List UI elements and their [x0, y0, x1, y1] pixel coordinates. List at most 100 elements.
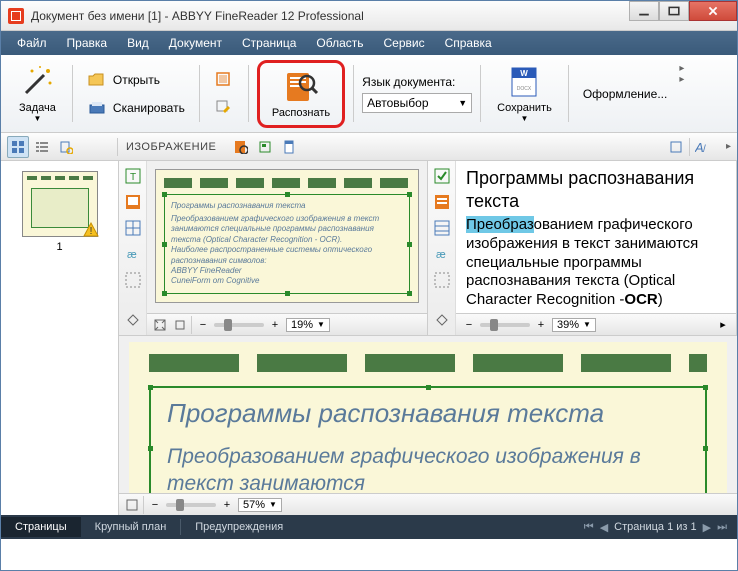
- view-list-button[interactable]: [31, 136, 53, 158]
- page-info: Страница 1 из 1: [614, 521, 696, 533]
- tool-remove[interactable]: [431, 269, 453, 291]
- analyze-button[interactable]: [254, 136, 276, 158]
- menu-service[interactable]: Сервис: [376, 34, 433, 52]
- task-button[interactable]: Задача ▼: [11, 60, 64, 127]
- toolbar: Задача ▼ Открыть Сканировать: [1, 55, 737, 133]
- svg-text:W: W: [521, 69, 529, 78]
- nav-next-button[interactable]: ▶: [703, 521, 711, 534]
- image-pane-title: ИЗОБРАЖЕНИЕ: [118, 141, 224, 153]
- zoom-value[interactable]: 19%▼: [286, 318, 330, 332]
- svg-text:DOCX: DOCX: [517, 86, 532, 92]
- menu-page[interactable]: Страница: [234, 34, 304, 52]
- scanner-icon: [87, 98, 107, 118]
- tool-pic-txt[interactable]: [431, 191, 453, 213]
- viewbar-overflow[interactable]: ▸: [720, 139, 737, 154]
- chevron-down-icon: ▼: [458, 98, 467, 108]
- nav-first-button[interactable]: ⏮: [584, 521, 594, 534]
- save-button[interactable]: WDOCX Сохранить ▼: [489, 60, 560, 127]
- read-area-button[interactable]: [230, 136, 252, 158]
- tool-background-area[interactable]: [122, 269, 144, 291]
- svg-text:/: /: [703, 144, 706, 154]
- thumbnail-label: 1: [56, 241, 62, 253]
- word-icon: W DOCX: [506, 64, 542, 100]
- menu-edit[interactable]: Правка: [59, 34, 116, 52]
- view-thumbs-button[interactable]: [7, 136, 29, 158]
- image-tools: T æ: [119, 161, 147, 335]
- nav-last-button[interactable]: ⏭: [717, 521, 727, 534]
- status-tab-pages[interactable]: Страницы: [1, 517, 81, 537]
- text-toggle-button[interactable]: [665, 136, 687, 158]
- tool-verify[interactable]: [431, 165, 453, 187]
- page-thumbnail-1[interactable]: !: [22, 171, 98, 237]
- status-tab-warnings[interactable]: Предупреждения: [181, 517, 297, 537]
- tool-picture-area[interactable]: [122, 191, 144, 213]
- actual-button[interactable]: [171, 316, 189, 334]
- menu-view[interactable]: Вид: [119, 34, 157, 52]
- big-title: Программы распознавания текста: [167, 398, 689, 429]
- zoom-out-button[interactable]: −: [194, 316, 212, 334]
- nav-prev-button[interactable]: ◀: [600, 521, 608, 534]
- text-tools: æ: [428, 161, 456, 335]
- text-content[interactable]: Программы распознавания текста Преобразо…: [456, 161, 736, 313]
- fit-button[interactable]: [151, 316, 169, 334]
- zoom-in-button-3[interactable]: +: [218, 496, 236, 514]
- tool-barcode-area[interactable]: æ: [122, 243, 144, 265]
- scan-button[interactable]: Сканировать: [81, 95, 191, 121]
- tool-expand2[interactable]: [431, 309, 453, 331]
- closeup-scroll[interactable]: Программы распознавания текста Преобразо…: [119, 336, 737, 493]
- zoom-out-button-3[interactable]: −: [146, 496, 164, 514]
- zoom-in-button-2[interactable]: +: [532, 316, 550, 334]
- maximize-button[interactable]: [659, 1, 689, 21]
- image-pane: T æ Программы: [119, 161, 428, 335]
- img-doc-body1: Преобразованием графического изображения…: [171, 214, 403, 245]
- text-pane: æ Программы распознавания текста Преобра…: [428, 161, 737, 335]
- view-settings-button[interactable]: [55, 136, 77, 158]
- menu-help[interactable]: Справка: [437, 34, 500, 52]
- tool-expand[interactable]: [122, 309, 144, 331]
- zoom-in-button[interactable]: +: [266, 316, 284, 334]
- zoom-slider-2[interactable]: [480, 323, 530, 327]
- menu-file[interactable]: Файл: [9, 34, 55, 52]
- text-overflow[interactable]: ▸: [714, 316, 732, 334]
- language-select[interactable]: Автовыбор ▼: [362, 93, 472, 113]
- zoom-value-3[interactable]: 57%▼: [238, 498, 282, 512]
- text-zoombar: − + 39%▼ ▸: [456, 313, 736, 335]
- img-doc-li1: ABBYY FineReader: [171, 266, 403, 276]
- image-edit-icon: [214, 70, 234, 90]
- image-scroll[interactable]: Программы распознавания текста Преобразо…: [147, 161, 427, 313]
- viewbar: ИЗОБРАЖЕНИЕ A/ ▸: [1, 133, 737, 161]
- tool-special[interactable]: æ: [431, 243, 453, 265]
- image-edit-button[interactable]: [208, 67, 240, 93]
- closeup-zoombar: − + 57%▼: [119, 493, 737, 515]
- status-tab-closeup[interactable]: Крупный план: [81, 517, 181, 537]
- recognize-icon: [283, 69, 319, 105]
- design-button[interactable]: Оформление...: [577, 84, 674, 104]
- img-doc-li2: CuneiForm от Cognitive: [171, 276, 403, 286]
- statusbar: Страницы Крупный план Предупреждения ⏮ ◀…: [1, 515, 737, 539]
- recognize-button[interactable]: Распознать: [264, 65, 338, 123]
- minimize-button[interactable]: [629, 1, 659, 21]
- zoom-out-button-2[interactable]: −: [460, 316, 478, 334]
- window-title: Документ без имени [1] - ABBYY FineReade…: [31, 9, 629, 23]
- menu-document[interactable]: Документ: [161, 34, 230, 52]
- thumbnail-panel: ! 1: [1, 161, 119, 515]
- image-zoombar: − + 19%▼: [147, 313, 427, 335]
- tool-text-area[interactable]: T: [122, 165, 144, 187]
- page-props-button[interactable]: [278, 136, 300, 158]
- fit-button-3[interactable]: [123, 496, 141, 514]
- zoom-slider[interactable]: [214, 323, 264, 327]
- font-style-button[interactable]: A/: [692, 136, 714, 158]
- recognize-label: Распознать: [272, 107, 330, 119]
- zoom-value-2[interactable]: 39%▼: [552, 318, 596, 332]
- zoom-slider-3[interactable]: [166, 503, 216, 507]
- text-title: Программы распознавания текста: [466, 167, 726, 212]
- tool-tbl-txt[interactable]: [431, 217, 453, 239]
- menu-area[interactable]: Область: [308, 34, 371, 52]
- open-button[interactable]: Открыть: [81, 67, 191, 93]
- tool-table-area[interactable]: [122, 217, 144, 239]
- close-button[interactable]: [689, 1, 737, 21]
- svg-text:T: T: [129, 172, 135, 183]
- toolbar-overflow[interactable]: ▸▸: [677, 59, 686, 128]
- img-doc-title: Программы распознавания текста: [171, 201, 403, 210]
- area-edit-button[interactable]: [208, 95, 240, 121]
